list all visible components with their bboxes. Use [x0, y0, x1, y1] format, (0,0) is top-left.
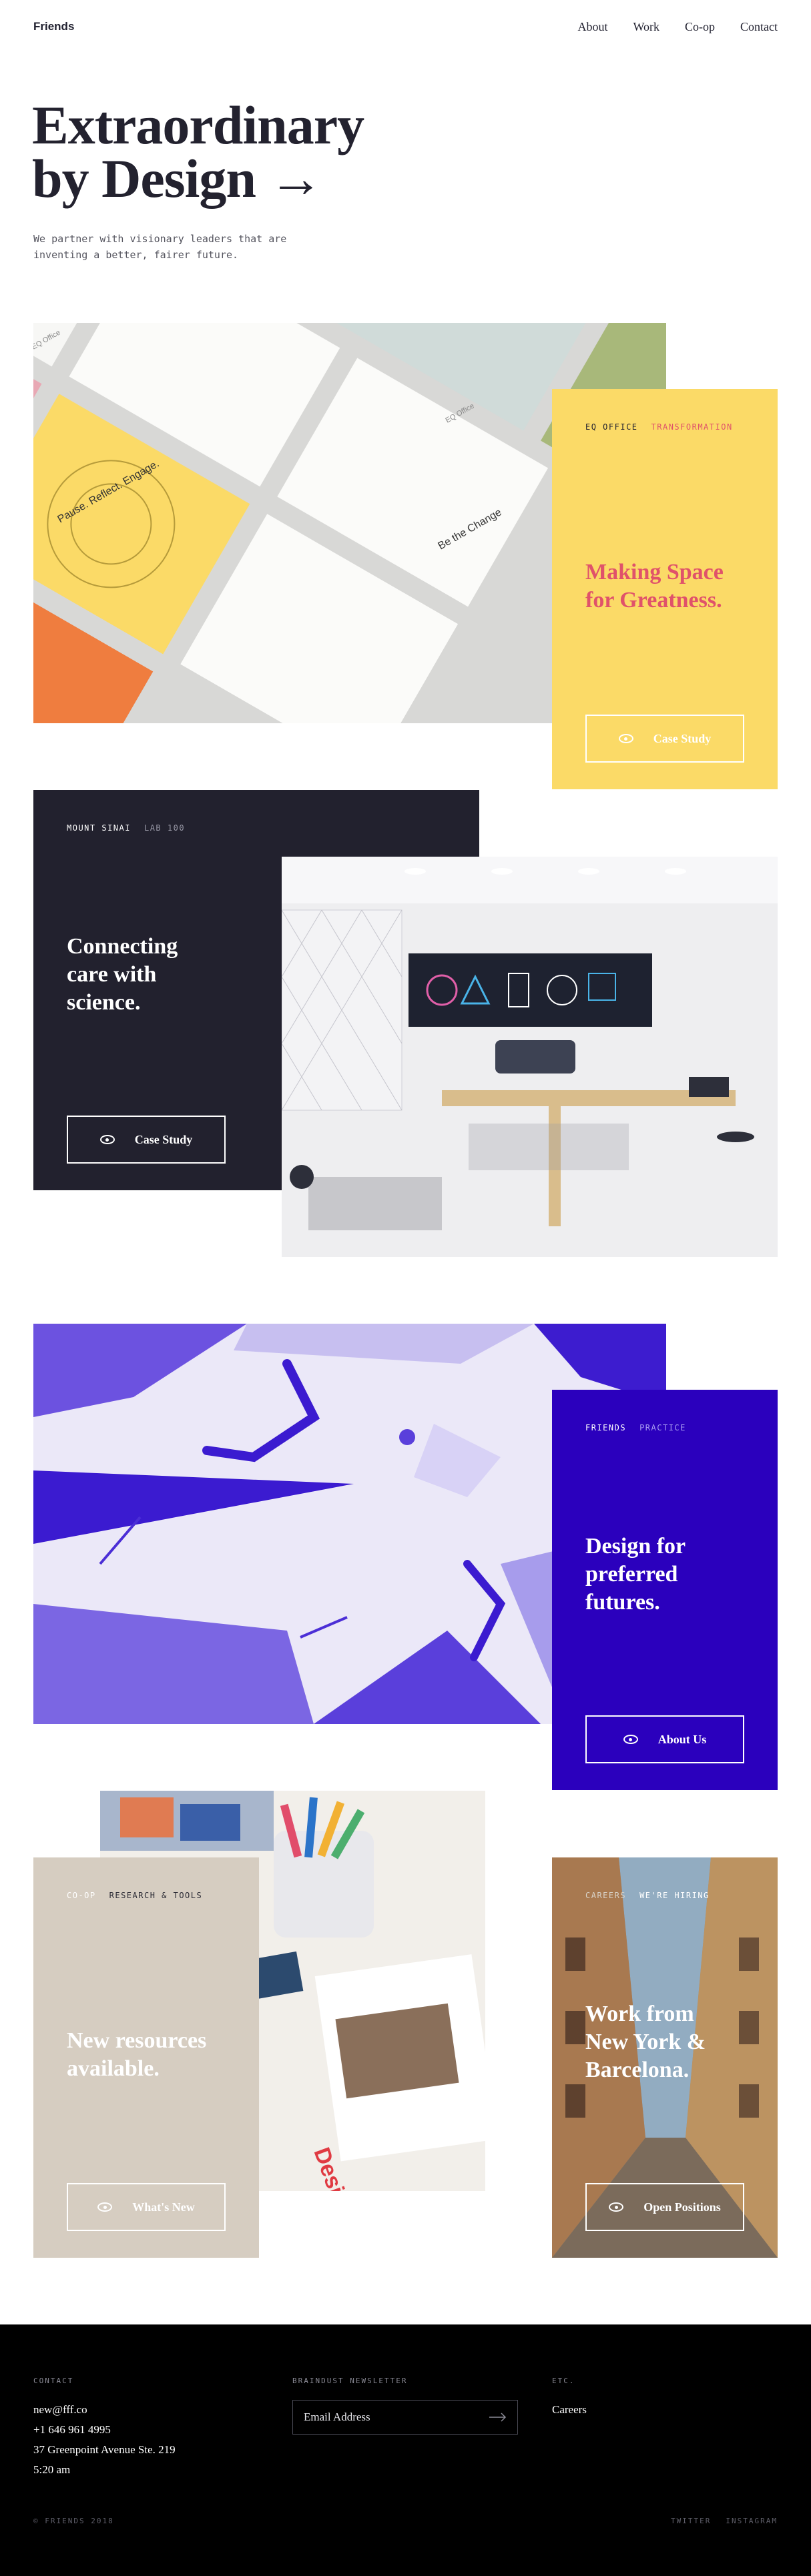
card-tag: Lab 100: [144, 823, 186, 833]
footer-local-time: 5:20 am: [33, 2463, 71, 2476]
card-title: Work from New York & Barcelona.: [585, 2000, 744, 2084]
arrow-right-icon[interactable]: [489, 2413, 507, 2422]
cta-label: Case Study: [134, 1132, 193, 1146]
card-client: Mount Sinai: [67, 823, 131, 833]
card-title-line3: Barcelona.: [585, 2058, 690, 2082]
hero-subtitle-line1: We partner with visionary leaders that a…: [33, 233, 287, 245]
case-study-button[interactable]: Case Study: [67, 1116, 226, 1164]
footer-etc: Etc. Careers: [552, 2377, 587, 2420]
card-title-line2: care with: [67, 962, 157, 987]
copyright: © Friends 2018: [33, 2517, 114, 2525]
social-links: Twitter Instagram: [671, 2517, 778, 2525]
card-title: Making Space for Greatness.: [585, 558, 744, 614]
eye-icon: [99, 1135, 115, 1144]
about-us-button[interactable]: About Us: [585, 1715, 744, 1763]
card-title-line1: Making Space: [585, 560, 724, 584]
card-tag: Transformation: [651, 422, 733, 432]
whats-new-button[interactable]: What's New: [67, 2183, 226, 2231]
card-title-line2: available.: [67, 2056, 160, 2081]
card-eyebrow: EQ Office Transformation: [585, 422, 744, 432]
card-client: Co-op: [67, 1891, 96, 1900]
case-study-button[interactable]: Case Study: [585, 715, 744, 763]
card-title-line1: New resources: [67, 2028, 207, 2053]
card-eyebrow: Co-op Research & Tools: [67, 1891, 226, 1900]
hero-title-line2: by Design →: [32, 148, 324, 209]
cta-label: What's New: [132, 2200, 195, 2214]
nav-coop[interactable]: Co-op: [685, 20, 715, 34]
card-client: Careers: [585, 1891, 627, 1900]
open-positions-button[interactable]: Open Positions: [585, 2183, 744, 2231]
card-tag: Practice: [639, 1423, 686, 1432]
card-title-line2: New York &: [585, 2030, 706, 2054]
footer-newsletter: Braindust Newsletter Email Address: [292, 2377, 518, 2435]
footer-phone-link[interactable]: +1 646 961 4995: [33, 2420, 176, 2440]
etc-label: Etc.: [552, 2377, 575, 2385]
careers-card: Careers We're Hiring Work from New York …: [552, 1857, 778, 2258]
brand-logo[interactable]: Friends: [33, 20, 74, 33]
coop-card: Co-op Research & Tools New resources ava…: [33, 1857, 259, 2258]
main-nav: About Work Co-op Contact: [577, 20, 778, 34]
mount-sinai-image[interactable]: [282, 857, 778, 1257]
nav-about[interactable]: About: [577, 20, 607, 34]
card-title-line1: Design for: [585, 1534, 686, 1559]
eye-icon: [623, 1735, 638, 1744]
cta-label: Case Study: [653, 731, 712, 745]
card-title: New resources available.: [67, 2027, 226, 2083]
footer-address[interactable]: 37 Greenpoint Avenue Ste. 219: [33, 2440, 176, 2460]
eye-icon: [618, 734, 633, 743]
site-footer: Contact new@fff.co +1 646 961 4995 37 Gr…: [0, 2324, 811, 2576]
card-title-line3: futures.: [585, 1590, 660, 1615]
card-title-line2: preferred: [585, 1562, 678, 1587]
eye-icon: [97, 2202, 113, 2212]
hero-title-line1: Extraordinary: [32, 95, 364, 155]
footer-contact: Contact new@fff.co +1 646 961 4995 37 Gr…: [33, 2377, 176, 2480]
card-title-line1: Connecting: [67, 934, 178, 959]
hero-subtitle-line2: inventing a better, fairer future.: [33, 249, 239, 261]
instagram-link[interactable]: Instagram: [726, 2517, 778, 2525]
card-title-line3: science.: [67, 990, 141, 1015]
card-tag: We're Hiring: [639, 1891, 710, 1900]
card-client: EQ Office: [585, 422, 638, 432]
eq-office-card: EQ Office Transformation Making Space fo…: [552, 389, 778, 789]
footer-contact-label: Contact: [33, 2377, 74, 2385]
card-eyebrow: Friends Practice: [585, 1423, 744, 1432]
card-title-line1: Work from: [585, 2002, 694, 2026]
card-tag: Research & Tools: [109, 1891, 203, 1900]
card-title: Design for preferred futures.: [585, 1533, 744, 1617]
newsletter-email-field[interactable]: Email Address: [292, 2400, 518, 2435]
eye-icon: [609, 2202, 624, 2212]
card-eyebrow: Mount Sinai Lab 100: [67, 823, 446, 833]
hero-title: Extraordinary by Design →: [32, 98, 364, 206]
card-client: Friends: [585, 1423, 627, 1432]
cta-label: Open Positions: [643, 2200, 721, 2214]
card-eyebrow: Careers We're Hiring: [585, 1891, 744, 1900]
nav-contact[interactable]: Contact: [740, 20, 778, 34]
twitter-link[interactable]: Twitter: [671, 2517, 711, 2525]
card-title-line2: for Greatness.: [585, 588, 722, 612]
newsletter-placeholder: Email Address: [304, 2411, 370, 2423]
hero-subtitle: We partner with visionary leaders that a…: [33, 231, 320, 263]
footer-email-link[interactable]: new@fff.co: [33, 2400, 176, 2420]
footer-careers-link[interactable]: Careers: [552, 2400, 587, 2420]
friends-practice-card: Friends Practice Design for preferred fu…: [552, 1390, 778, 1790]
cta-label: About Us: [657, 1732, 707, 1746]
nav-work[interactable]: Work: [633, 20, 659, 34]
lab-photo-illustration: [282, 857, 778, 1257]
newsletter-label: Braindust Newsletter: [292, 2377, 408, 2385]
